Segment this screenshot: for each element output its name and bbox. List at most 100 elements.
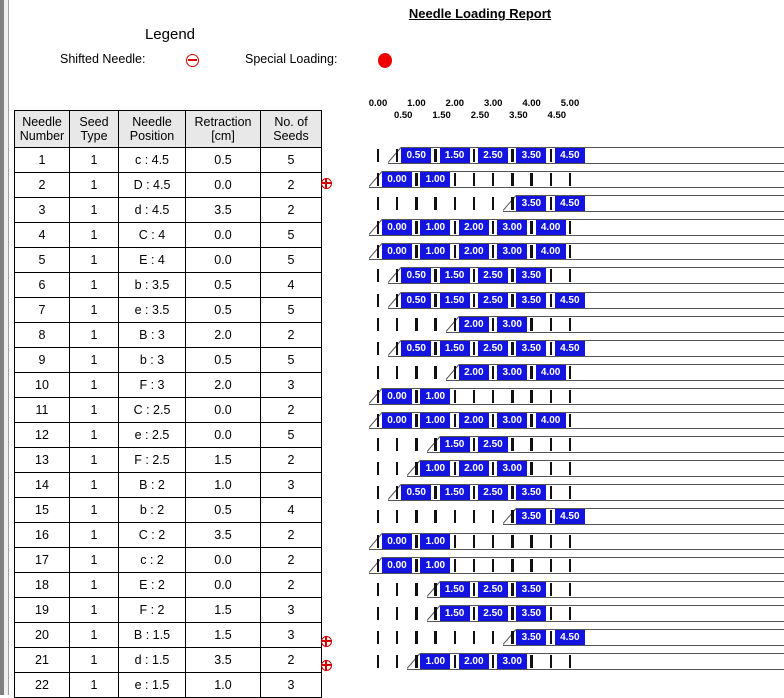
- table-row: 19 1 F : 2 1.5 3: [14, 597, 322, 623]
- seed-value-box: 4.00: [535, 364, 566, 380]
- needle-shaft-baseline: [369, 548, 784, 550]
- needle-tick-mark: [549, 582, 552, 596]
- needle-tick-mark: [376, 630, 380, 644]
- no-of-seeds-cell: 4: [260, 497, 322, 523]
- needle-tick-mark: [376, 438, 380, 452]
- no-of-seeds-cell: 2: [260, 647, 322, 673]
- retraction-cell: 1.0: [185, 472, 261, 498]
- needle-tick-mark: [549, 654, 552, 668]
- needle-tick-mark: [511, 173, 514, 187]
- seed-type-cell: 1: [69, 272, 119, 298]
- needle-tick-mark: [568, 173, 572, 187]
- needle-tick-mark: [396, 630, 399, 644]
- needle-tick-mark: [472, 438, 476, 452]
- seed-value-box: 3.50: [516, 605, 547, 621]
- needle-tick-mark: [568, 606, 572, 620]
- needle-number-cell: 21: [14, 647, 70, 673]
- needle-tick-mark: [396, 582, 399, 596]
- needle-shaft-baseline: [407, 476, 784, 478]
- needle-tick-mark: [376, 149, 380, 162]
- needle-tick-mark: [472, 534, 476, 548]
- needle-tick-mark: [376, 245, 380, 259]
- seed-type-cell: 1: [69, 147, 119, 173]
- retraction-cell: 3.5: [185, 647, 261, 673]
- needle-tick-mark: [453, 558, 456, 572]
- needle-tick-mark: [376, 269, 380, 283]
- no-of-seeds-cell: 5: [260, 422, 322, 448]
- retraction-cell: 0.5: [185, 147, 261, 173]
- needle-tick-mark: [376, 558, 380, 572]
- seed-value-box: 4.50: [554, 509, 585, 525]
- needle-tick-mark: [453, 510, 456, 524]
- axis-tick-label: 3.50: [509, 110, 528, 121]
- seed-value-box: 2.50: [478, 292, 508, 308]
- seed-value-box: 0.50: [401, 485, 432, 501]
- needle-track-row: 0.00 1.00: [348, 530, 784, 554]
- no-of-seeds-cell: 2: [260, 322, 322, 348]
- seed-value-box: 3.00: [497, 461, 528, 477]
- seed-value-box: 0.00: [382, 244, 412, 260]
- needle-tick-mark: [549, 149, 552, 162]
- table-row: 21D : 4.5 0.0 2: [14, 172, 322, 198]
- seed-type-cell: 1: [69, 297, 119, 323]
- needle-tick-mark: [472, 149, 476, 162]
- needle-tick-mark: [568, 558, 572, 572]
- needle-tick-mark: [434, 269, 437, 283]
- needle-number-cell: 11: [14, 397, 70, 423]
- needle-tick-mark: [568, 365, 572, 379]
- seed-value-box: 3.00: [497, 220, 528, 236]
- needle-position-cell: e : 2.5: [118, 422, 186, 448]
- needle-position-cell: E : 2: [118, 572, 186, 598]
- needle-number-cell: 15: [14, 497, 70, 523]
- needle-track-row: 0.50 1.50 2.50 3.50: [348, 481, 784, 505]
- retraction-cell: 0.5: [185, 497, 261, 523]
- needle-position-cell: e : 1.5: [118, 672, 186, 698]
- table-row: 11 1 C : 2.5 0.0 2: [14, 397, 322, 423]
- needle-tick-mark: [549, 317, 552, 331]
- table-row: 15 1 b : 2 0.5 4: [14, 497, 322, 523]
- needle-position-cell: C : 2: [118, 522, 186, 548]
- seed-value-box: 3.50: [516, 268, 547, 284]
- needle-tick-mark: [511, 341, 514, 355]
- needle-tick-mark: [415, 558, 418, 572]
- needle-tick-mark: [415, 414, 418, 428]
- seed-value-box: 1.50: [439, 340, 470, 356]
- needle-tick-mark: [453, 534, 456, 548]
- seed-value-box: 1.00: [420, 388, 451, 404]
- needle-shaft-baseline: [388, 163, 784, 164]
- needle-number-cell: 20: [14, 622, 70, 648]
- needle-number-cell: 13: [14, 447, 70, 473]
- needle-position-cell: c : 4.5: [118, 147, 186, 173]
- needle-tick-mark: [434, 510, 437, 524]
- needle-tick-mark: [376, 606, 380, 620]
- legend-special-loading-label: Special Loading:: [245, 52, 338, 66]
- needle-tick-mark: [434, 606, 437, 620]
- needle-tick-mark: [549, 269, 552, 283]
- needle-tick-mark: [453, 197, 456, 211]
- needle-tick-mark: [376, 293, 380, 307]
- needle-tick-mark: [568, 245, 572, 259]
- seed-value-box: 0.00: [382, 533, 412, 549]
- needle-number-cell: 1: [14, 147, 70, 173]
- needle-tick-mark: [530, 245, 533, 259]
- no-of-seeds-cell: 3: [260, 372, 322, 398]
- needle-track-row: 1.50 2.50 3.50: [348, 578, 784, 602]
- seed-value-box: 2.50: [478, 340, 508, 356]
- needle-position-cell: D : 4.5: [118, 172, 186, 198]
- legend-title: Legend: [144, 26, 196, 43]
- needle-tick-mark: [568, 389, 572, 403]
- needle-tick-mark: [511, 438, 514, 452]
- needle-tick-mark: [511, 486, 514, 500]
- needle-number-cell: 6: [14, 272, 70, 298]
- needle-tick-mark: [472, 510, 476, 524]
- retraction-cell: 0.0: [185, 247, 261, 273]
- needle-number-cell: 10: [14, 372, 70, 398]
- needle-tick-mark: [511, 149, 514, 162]
- seed-value-box: 2.50: [478, 605, 508, 621]
- needle-shaft-baseline: [369, 572, 784, 574]
- needle-tick-mark: [530, 558, 533, 572]
- needle-tick-mark: [434, 438, 437, 452]
- table-row: 12 1 e : 2.5 0.0 5: [14, 422, 322, 448]
- needle-tick-mark: [415, 245, 418, 259]
- needle-position-cell: d : 4.5: [118, 197, 186, 223]
